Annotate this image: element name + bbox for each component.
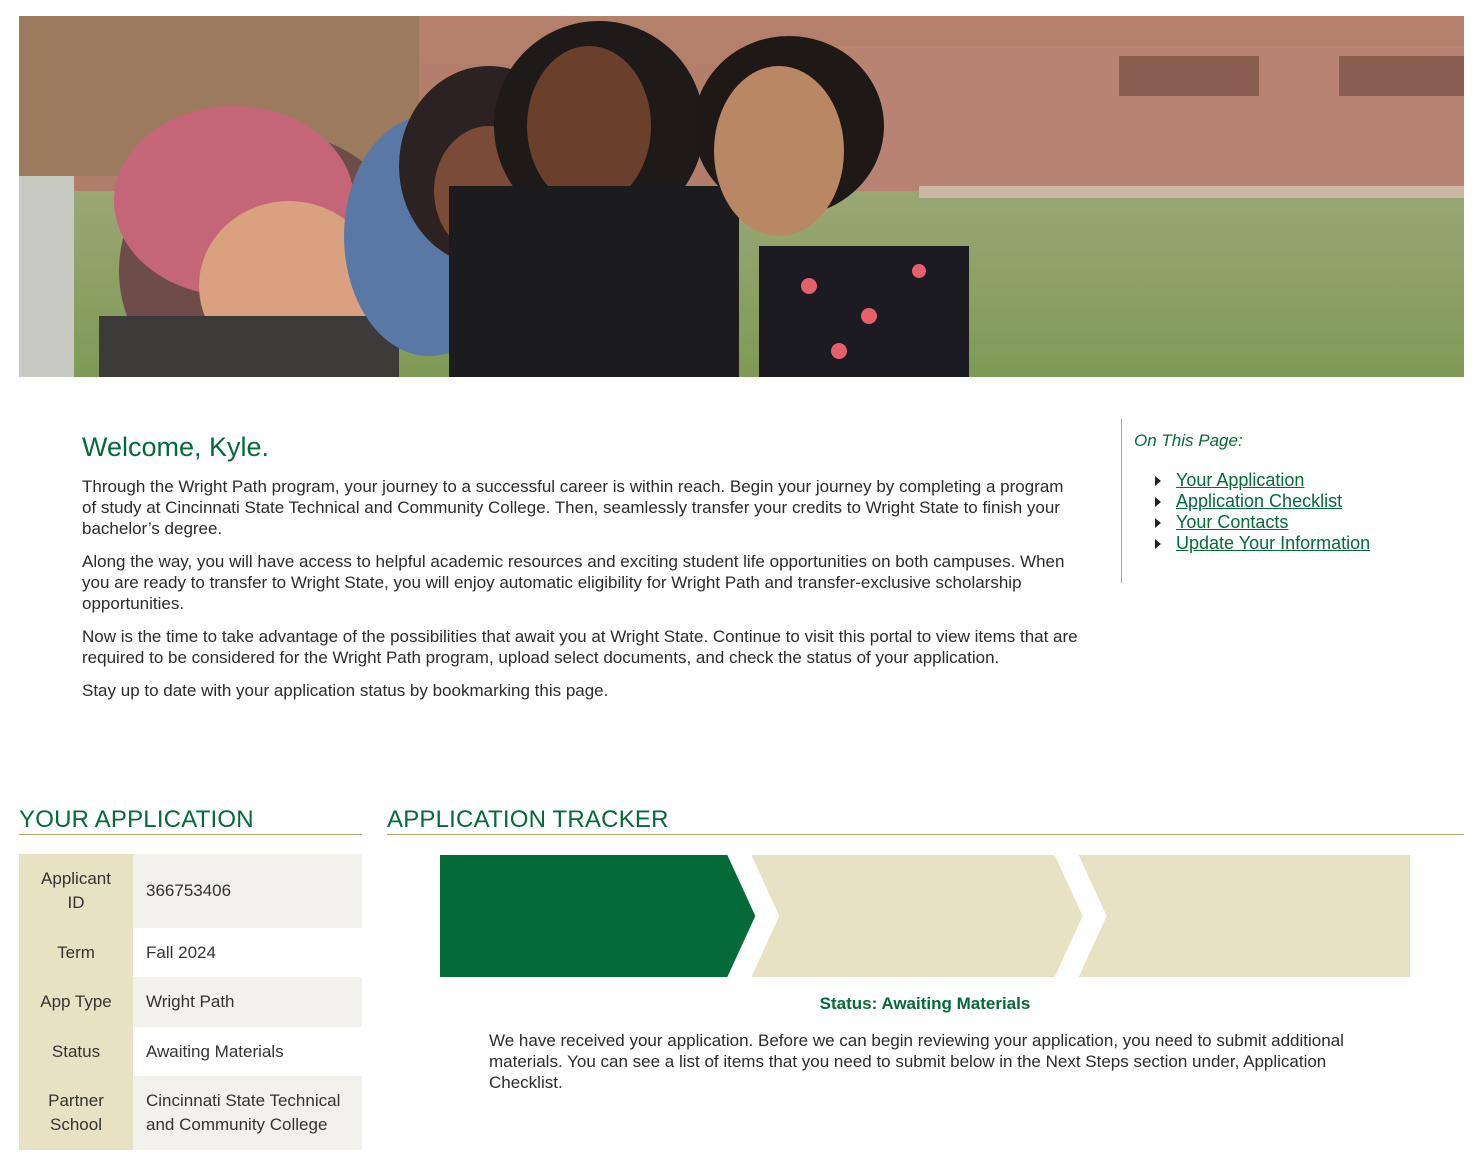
row-label-app-type: App Type <box>19 977 133 1027</box>
caret-right-icon <box>1155 497 1161 507</box>
on-this-page-item: Your Application <box>1155 470 1370 491</box>
table-row: App Type Wright Path <box>19 977 362 1027</box>
link-update-your-information[interactable]: Update Your Information <box>1176 533 1370 553</box>
welcome-paragraph-3: Now is the time to take advantage of the… <box>82 627 1078 667</box>
row-value-partner-school: Cincinnati State Technical and Community… <box>133 1076 362 1150</box>
on-this-page-links: Your Application Application Checklist Y… <box>1155 470 1370 554</box>
caret-right-icon <box>1155 539 1161 549</box>
welcome-title: Welcome, Kyle. <box>82 432 270 462</box>
tracker-status: Status: Awaiting Materials <box>819 994 1031 1013</box>
tracker-description: We have received your application. Befor… <box>489 1031 1344 1092</box>
row-value-status: Awaiting Materials <box>133 1027 362 1076</box>
your-application-heading: YOUR APPLICATION <box>19 806 362 835</box>
page: Welcome, Kyle. Through the Wright Path p… <box>0 0 1476 1170</box>
row-label-status: Status <box>19 1027 133 1076</box>
tracker-steps <box>440 855 1410 977</box>
table-row: Term Fall 2024 <box>19 928 362 977</box>
caret-right-icon <box>1155 476 1161 486</box>
on-this-page-nav: On This Page: Your Application Applicati… <box>1121 419 1442 583</box>
welcome-section: Welcome, Kyle. Through the Wright Path p… <box>82 430 1078 713</box>
caret-right-icon <box>1155 518 1161 528</box>
row-label-partner-school: Partner School <box>19 1076 133 1150</box>
welcome-paragraph-1: Through the Wright Path program, your jo… <box>82 477 1064 538</box>
link-your-application[interactable]: Your Application <box>1176 470 1304 490</box>
tracker-step-complete <box>440 855 756 977</box>
application-tracker-heading: APPLICATION TRACKER <box>387 806 1464 835</box>
welcome-paragraph-2: Along the way, you will have access to h… <box>82 552 1065 613</box>
row-label-term: Term <box>19 928 133 977</box>
table-row: Status Awaiting Materials <box>19 1027 362 1076</box>
on-this-page-item: Application Checklist <box>1155 491 1370 512</box>
hero-photo <box>19 16 1464 377</box>
row-value-app-type: Wright Path <box>133 977 362 1027</box>
row-value-applicant-id: 366753406 <box>133 854 362 928</box>
row-label-applicant-id: Applicant ID <box>19 854 133 928</box>
link-application-checklist[interactable]: Application Checklist <box>1176 491 1342 511</box>
tracker-step-pending <box>751 855 1083 977</box>
table-row: Applicant ID 366753406 <box>19 854 362 928</box>
row-value-term: Fall 2024 <box>133 928 362 977</box>
tracker-step-pending <box>1078 855 1410 977</box>
welcome-paragraph-4: Stay up to date with your application st… <box>82 681 609 700</box>
application-details-table: Applicant ID 366753406 Term Fall 2024 Ap… <box>19 854 362 1150</box>
link-your-contacts[interactable]: Your Contacts <box>1176 512 1288 532</box>
on-this-page-heading: On This Page: <box>1134 431 1243 450</box>
on-this-page-item: Your Contacts <box>1155 512 1370 533</box>
table-row: Partner School Cincinnati State Technica… <box>19 1076 362 1150</box>
on-this-page-item: Update Your Information <box>1155 533 1370 554</box>
application-tracker <box>440 855 1410 982</box>
